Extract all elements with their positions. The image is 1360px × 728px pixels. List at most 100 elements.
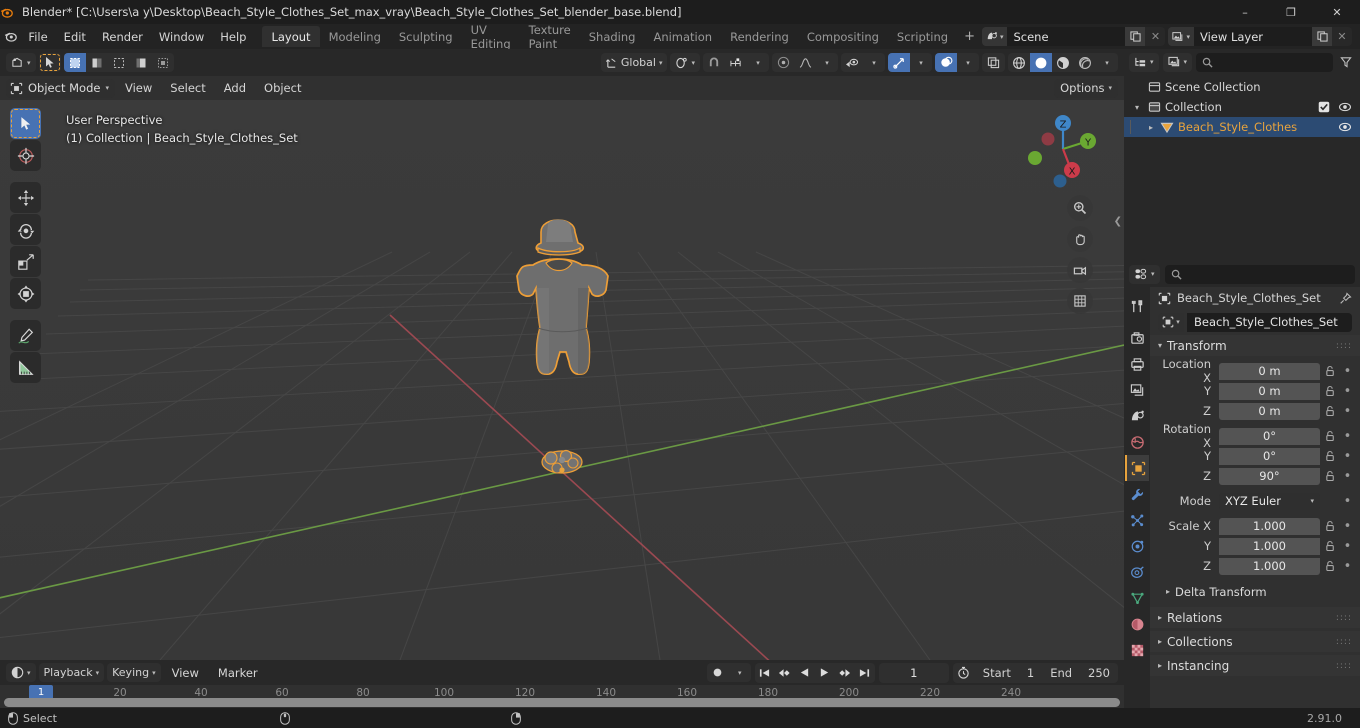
jump-to-end-button[interactable] [855, 663, 875, 683]
select-difference-icon[interactable] [130, 53, 152, 72]
animate-location-x-icon[interactable]: • [1341, 364, 1354, 379]
animate-rotation-mode-icon[interactable]: • [1341, 494, 1354, 509]
lock-rotation-x-icon[interactable] [1323, 430, 1338, 442]
timeline-menu-marker[interactable]: Marker [210, 664, 266, 682]
tab-sculpting[interactable]: Sculpting [390, 26, 462, 47]
mode-dropdown[interactable]: Object Mode ▾ [6, 78, 115, 98]
material-tab[interactable] [1125, 611, 1149, 637]
view-layer-icon[interactable]: ▾ [1168, 27, 1194, 46]
rotation-x-field[interactable]: 0° [1219, 427, 1320, 445]
panel-delta-transform-header[interactable]: ▸ Delta Transform [1150, 581, 1360, 602]
world-tab[interactable] [1125, 429, 1149, 455]
animate-location-z-icon[interactable]: • [1341, 404, 1354, 419]
jump-to-start-button[interactable] [755, 663, 775, 683]
properties-editor-icon[interactable]: ▾ [1129, 264, 1160, 284]
panel-instancing-header[interactable]: ▸ Instancing :::: [1150, 655, 1360, 676]
expand-collection-icon[interactable]: ▾ [1130, 103, 1144, 112]
unlink-scene-button[interactable]: ✕ [1145, 27, 1165, 46]
panel-relations-header[interactable]: ▸ Relations :::: [1150, 607, 1360, 628]
menu-file[interactable]: File [20, 27, 55, 47]
show-hide-icon[interactable] [841, 53, 863, 72]
falloff-curve-icon[interactable] [794, 53, 816, 72]
animate-scale-y-icon[interactable]: • [1341, 539, 1354, 554]
tab-modeling[interactable]: Modeling [320, 26, 390, 47]
options-dropdown[interactable]: Options ▾ [1054, 78, 1118, 98]
location-z-field[interactable]: 0 m [1219, 402, 1320, 420]
view-layer-tab[interactable] [1125, 377, 1149, 403]
timeline-ruler[interactable]: 1 20 40 60 80 100 120 140 160 180 200 22… [0, 685, 1124, 708]
move-tool[interactable] [10, 182, 41, 213]
physics-tab[interactable] [1125, 533, 1149, 559]
timeline-menu-view[interactable]: View [164, 664, 207, 682]
snap-magnet-icon[interactable] [703, 53, 725, 72]
tab-texture-paint[interactable]: Texture Paint [520, 23, 580, 51]
snap-target-icon[interactable] [725, 53, 747, 72]
outliner-search-input[interactable] [1196, 52, 1333, 72]
cursor-tool[interactable] [10, 140, 41, 171]
previous-keyframe-button[interactable] [775, 663, 795, 683]
outliner-row-scene-collection[interactable]: Scene Collection [1124, 77, 1360, 97]
new-scene-button[interactable] [1125, 27, 1146, 46]
scene-icon[interactable]: ▾ [981, 27, 1008, 46]
snap-dropdown-chevron-icon[interactable]: ▾ [747, 53, 769, 72]
transform-tool[interactable] [10, 278, 41, 309]
outliner-row-beach-style-clothes[interactable]: ▸ Beach_Style_Clothes [1124, 117, 1360, 137]
lock-location-y-icon[interactable] [1323, 385, 1338, 397]
minimize-button[interactable]: – [1222, 0, 1268, 24]
object-visibility-eye-icon[interactable] [1338, 122, 1352, 132]
frame-end-field[interactable]: End 250 [1042, 663, 1118, 683]
select-extend-icon[interactable] [86, 53, 108, 72]
scale-x-field[interactable]: 1.000 [1219, 517, 1320, 535]
panel-collections-header[interactable]: ▸ Collections :::: [1150, 631, 1360, 652]
next-keyframe-button[interactable] [835, 663, 855, 683]
lock-location-x-icon[interactable] [1323, 365, 1338, 377]
animate-scale-z-icon[interactable]: • [1341, 559, 1354, 574]
lock-location-z-icon[interactable] [1323, 405, 1338, 417]
overlays-icon[interactable] [935, 53, 957, 72]
tab-compositing[interactable]: Compositing [798, 26, 888, 47]
animate-rotation-z-icon[interactable]: • [1341, 469, 1354, 484]
lock-rotation-z-icon[interactable] [1323, 470, 1338, 482]
pivot-point-dropdown[interactable]: ▾ [670, 53, 700, 72]
auto-keying-dropdown-chevron-icon[interactable]: ▾ [729, 663, 751, 682]
timeline-editor-icon[interactable]: ▾ [6, 663, 36, 682]
add-workspace-button[interactable]: + [957, 27, 982, 46]
outliner-display-mode-icon[interactable]: ▾ [1129, 52, 1159, 72]
lock-scale-z-icon[interactable] [1323, 560, 1338, 572]
close-button[interactable]: ✕ [1314, 0, 1360, 24]
maximize-button[interactable]: ❐ [1268, 0, 1314, 24]
tweak-select-box-tool[interactable] [10, 108, 41, 139]
menu-window[interactable]: Window [151, 27, 212, 47]
rotate-tool[interactable] [10, 214, 41, 245]
scale-z-field[interactable]: 1.000 [1219, 557, 1320, 575]
viewport-menu-view[interactable]: View [117, 79, 160, 97]
shading-wireframe-icon[interactable] [1008, 53, 1030, 72]
constraints-tab[interactable] [1125, 559, 1149, 585]
filter-funnel-icon[interactable] [1337, 56, 1355, 68]
collection-checkbox[interactable] [1318, 101, 1330, 113]
render-tab[interactable] [1125, 325, 1149, 351]
rotation-mode-dropdown[interactable]: XYZ Euler ▾ [1219, 492, 1320, 510]
pin-icon[interactable] [1339, 291, 1352, 305]
zoom-icon[interactable] [1067, 195, 1093, 221]
tab-shading[interactable]: Shading [580, 26, 645, 47]
shading-rendered-icon[interactable] [1074, 53, 1096, 72]
animate-rotation-x-icon[interactable]: • [1341, 429, 1354, 444]
select-subtract-icon[interactable] [108, 53, 130, 72]
lock-scale-y-icon[interactable] [1323, 540, 1338, 552]
visibility-dropdown-chevron-icon[interactable]: ▾ [863, 53, 885, 72]
toggle-projection-icon[interactable] [1067, 288, 1093, 314]
stopwatch-icon[interactable] [953, 663, 975, 683]
sidebar-collapse-arrow-icon[interactable]: ❮ [1114, 216, 1122, 227]
proportional-edit-icon[interactable] [772, 53, 794, 72]
camera-view-icon[interactable] [1067, 257, 1093, 283]
expand-object-icon[interactable]: ▸ [1146, 123, 1156, 132]
location-x-field[interactable]: 0 m [1219, 362, 1320, 380]
modifiers-tab[interactable] [1125, 481, 1149, 507]
view-layer-name[interactable]: View Layer [1194, 27, 1312, 46]
tab-uv-editing[interactable]: UV Editing [462, 23, 520, 51]
frame-start-field[interactable]: Start 1 [975, 663, 1042, 683]
select-tool-active-icon[interactable] [38, 53, 61, 72]
animate-location-y-icon[interactable]: • [1341, 384, 1354, 399]
timeline-menu-playback[interactable]: Playback ▾ [38, 663, 105, 682]
